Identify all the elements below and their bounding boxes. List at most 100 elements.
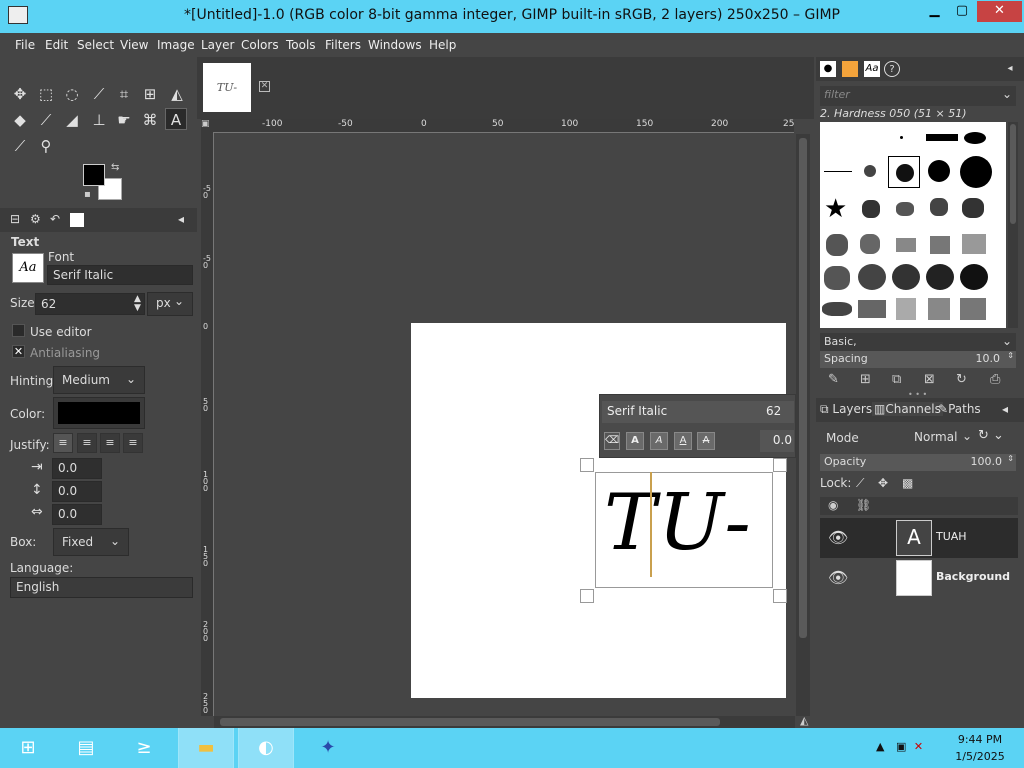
- brush-item[interactable]: [926, 134, 958, 141]
- text-box-handle[interactable]: [773, 458, 787, 472]
- layer-row[interactable]: 👁 A TUAH: [820, 518, 1018, 558]
- clear-style-icon[interactable]: ⌫: [604, 432, 620, 450]
- menu-layer[interactable]: Layer: [201, 38, 234, 52]
- font-field[interactable]: Serif Italic: [47, 265, 193, 285]
- brush-item[interactable]: [858, 264, 886, 290]
- horizontal-scrollbar[interactable]: [214, 716, 795, 728]
- opacity-slider[interactable]: Opacity 100.0 ⇕: [820, 454, 1016, 471]
- brush-item[interactable]: [962, 234, 986, 254]
- vertical-scrollbar[interactable]: [796, 134, 810, 716]
- bold-icon[interactable]: A: [626, 432, 644, 450]
- configure-tab-icon[interactable]: ◂: [1002, 61, 1018, 77]
- paths-tool-icon[interactable]: ⌘: [139, 109, 161, 131]
- brush-item[interactable]: [824, 171, 852, 172]
- brush-item[interactable]: [896, 238, 916, 252]
- unified-transform-tool-icon[interactable]: ⊞: [139, 83, 161, 105]
- font-preview-icon[interactable]: Aa: [12, 253, 44, 283]
- text-toolbar-font[interactable]: Serif Italic: [602, 401, 760, 423]
- zoom-tool-icon[interactable]: ⚲: [35, 135, 57, 157]
- spacing-slider[interactable]: Spacing 10.0 ⇕: [820, 351, 1016, 368]
- text-toolbar-size[interactable]: 62: [760, 401, 794, 423]
- menu-tools[interactable]: Tools: [286, 38, 316, 52]
- tool-options-tab-icon[interactable]: ⊟: [10, 212, 20, 226]
- brush-item[interactable]: [960, 156, 992, 188]
- brush-item-selected[interactable]: [888, 156, 920, 188]
- tab-channels[interactable]: ▥Channels: [872, 402, 943, 416]
- close-image-tab-icon[interactable]: ✕: [259, 81, 270, 92]
- menu-image[interactable]: Image: [157, 38, 195, 52]
- brush-item[interactable]: [896, 202, 914, 216]
- hinting-dropdown[interactable]: Medium ⌄: [53, 366, 145, 394]
- crop-tool-icon[interactable]: ⌗: [113, 83, 135, 105]
- brush-item[interactable]: [824, 266, 850, 290]
- eye-icon[interactable]: 👁: [828, 568, 848, 587]
- size-unit-dropdown[interactable]: px ⌄: [147, 292, 193, 316]
- menu-file[interactable]: File: [15, 38, 35, 52]
- clock[interactable]: 9:44 PM 1/5/2025: [950, 731, 1010, 765]
- box-dropdown[interactable]: Fixed ⌄: [53, 528, 129, 556]
- device-status-tab-icon[interactable]: ⚙: [30, 212, 41, 226]
- canvas-text[interactable]: TU-: [604, 478, 753, 568]
- foreground-color-swatch[interactable]: [83, 164, 105, 186]
- line-spacing-input[interactable]: 0.0: [52, 481, 102, 502]
- powershell-icon[interactable]: ≥: [116, 728, 172, 768]
- spin-icon[interactable]: ⇕: [1007, 454, 1014, 463]
- lock-pixels-icon[interactable]: ⟋: [856, 476, 864, 491]
- brush-item[interactable]: [900, 136, 903, 139]
- chevron-down-icon[interactable]: ⌄: [1002, 87, 1012, 101]
- menu-view[interactable]: View: [120, 38, 148, 52]
- justify-fill-button[interactable]: ≡: [123, 433, 143, 453]
- brush-item[interactable]: [896, 298, 916, 320]
- tray-expand-icon[interactable]: ▲: [876, 740, 884, 753]
- scrollbar-thumb[interactable]: [220, 718, 720, 726]
- brush-item[interactable]: [928, 160, 950, 182]
- configure-tab-icon[interactable]: ◂: [178, 212, 184, 226]
- language-field[interactable]: English: [10, 577, 193, 598]
- brush-item[interactable]: [928, 298, 950, 320]
- fuzzy-select-tool-icon[interactable]: ⟋: [88, 83, 110, 105]
- brush-item[interactable]: ★: [824, 194, 847, 224]
- scrollbar-thumb[interactable]: [1010, 124, 1016, 224]
- menu-filters[interactable]: Filters: [325, 38, 361, 52]
- eraser-tool-icon[interactable]: ◢: [61, 109, 83, 131]
- default-colors-icon[interactable]: ▪: [84, 189, 91, 200]
- paintbrush-tool-icon[interactable]: ◆: [9, 109, 31, 131]
- italic-icon[interactable]: A: [650, 432, 668, 450]
- layer-mode-dropdown[interactable]: Normal ⌄: [906, 426, 974, 450]
- app-taskbar-icon[interactable]: ✦: [300, 728, 356, 768]
- gimp-taskbar-icon[interactable]: ◐: [238, 728, 294, 768]
- brush-filter-input[interactable]: filter: [820, 86, 1016, 106]
- close-button[interactable]: ✕: [977, 1, 1022, 22]
- brush-item[interactable]: [962, 198, 984, 218]
- lock-alpha-icon[interactable]: ▩: [902, 476, 913, 490]
- brush-tag-field[interactable]: Basic,: [820, 333, 1016, 351]
- composite-mode-button[interactable]: ↻ ⌄: [978, 428, 1016, 450]
- menu-windows[interactable]: Windows: [368, 38, 422, 52]
- swap-colors-icon[interactable]: ⇆: [111, 162, 119, 173]
- justify-left-button[interactable]: ≡: [53, 433, 73, 453]
- spin-icon[interactable]: ⇕: [1007, 351, 1014, 360]
- brush-tool-icon[interactable]: ⟋: [35, 109, 57, 131]
- color-picker-tool-icon[interactable]: ⟋: [9, 135, 31, 157]
- justify-right-button[interactable]: ≡: [77, 433, 97, 453]
- layer-row[interactable]: 👁 Background: [820, 558, 1018, 598]
- brush-item[interactable]: [858, 300, 886, 318]
- undo-history-tab-icon[interactable]: ↶: [50, 212, 60, 226]
- brush-item[interactable]: [892, 264, 920, 290]
- smudge-tool-icon[interactable]: ☛: [113, 109, 135, 131]
- horizontal-ruler[interactable]: -100 -50 0 50 100 150 200 25: [213, 119, 794, 133]
- menu-help[interactable]: Help: [429, 38, 456, 52]
- tab-paths[interactable]: ✎Paths: [938, 402, 981, 416]
- rect-select-tool-icon[interactable]: ⬚: [35, 83, 57, 105]
- move-tool-icon[interactable]: ✥: [9, 83, 31, 105]
- configure-tab-icon[interactable]: ◂: [1002, 402, 1008, 416]
- free-select-tool-icon[interactable]: ◌: [61, 83, 83, 105]
- text-box-handle[interactable]: [580, 589, 594, 603]
- strikethrough-icon[interactable]: A: [697, 432, 715, 450]
- brush-item[interactable]: [860, 234, 880, 254]
- brush-scrollbar[interactable]: [1008, 122, 1018, 328]
- fonts-tab-icon[interactable]: Aa: [864, 61, 880, 77]
- menu-edit[interactable]: Edit: [45, 38, 68, 52]
- brush-grid[interactable]: ★: [820, 122, 1006, 328]
- menu-select[interactable]: Select: [77, 38, 114, 52]
